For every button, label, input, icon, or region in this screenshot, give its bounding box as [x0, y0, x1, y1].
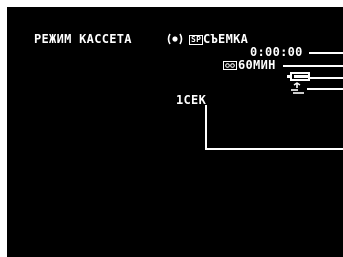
self-timer-leader-vertical [205, 105, 207, 149]
battery-level-icon [287, 72, 310, 81]
self-timer-label: 1СЕК [176, 93, 207, 107]
self-timer-leader-horizontal [205, 148, 343, 150]
battery-charge-fill [294, 75, 308, 78]
time-code-leader-line [309, 52, 343, 54]
record-mode-badge: SP [189, 35, 204, 45]
tape-remaining: 60МИН [238, 58, 276, 72]
wind-leader-line [307, 88, 343, 90]
battery-leader-line [310, 77, 343, 79]
stabilizer-icon [167, 33, 183, 45]
time-code: 0:00:00 [250, 45, 303, 59]
cassette-tape-icon [223, 61, 237, 70]
battery-terminal [287, 75, 290, 78]
wind-screen-icon [291, 82, 304, 94]
mode-label: РЕЖИМ КАССЕТА [34, 32, 132, 46]
operation-status: СЪЕМКА [203, 32, 249, 46]
tape-remaining-leader-line [283, 65, 343, 67]
viewfinder-screen: РЕЖИМ КАССЕТА SP СЪЕМКА 0:00:00 60МИН 1С… [7, 7, 343, 257]
